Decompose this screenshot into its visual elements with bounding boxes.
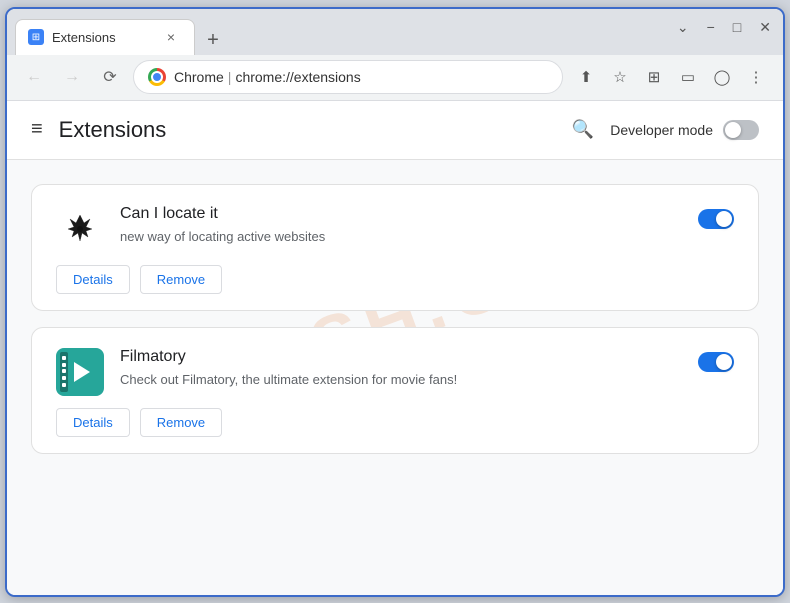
chrome-logo-icon: [148, 68, 166, 86]
close-button[interactable]: ✕: [759, 19, 771, 36]
minimize-button[interactable]: −: [707, 19, 715, 35]
back-button[interactable]: ←: [19, 62, 49, 92]
extensions-button[interactable]: ⊞: [639, 62, 669, 92]
window-controls: ⌄ − □ ✕: [677, 19, 771, 36]
menu-button[interactable]: ⋮: [741, 62, 771, 92]
tab-bar: Extensions × +: [15, 19, 775, 55]
extensions-header: ≡ Extensions 🔍 Developer mode: [7, 101, 783, 160]
chrome-name: Chrome: [174, 69, 224, 85]
filmatory-icon: [56, 348, 104, 396]
address-text: Chrome | chrome://extensions: [174, 69, 361, 85]
dev-mode-toggle[interactable]: [723, 120, 759, 140]
tab-favicon: [28, 29, 44, 45]
address-url: chrome://extensions: [235, 69, 360, 85]
new-tab-button[interactable]: +: [199, 27, 227, 55]
filmatory-desc: Check out Filmatory, the ultimate extens…: [120, 370, 682, 390]
sidebar-button[interactable]: ▭: [673, 62, 703, 92]
profile-button[interactable]: ◯: [707, 62, 737, 92]
dev-mode-label: Developer mode: [610, 122, 713, 138]
search-icon[interactable]: 🔍: [572, 119, 594, 140]
can-locate-it-toggle-area: [698, 205, 734, 229]
film-hole-4: [62, 376, 66, 380]
nav-actions: ⬆ ☆ ⊞ ▭ ◯ ⋮: [571, 62, 771, 92]
filmatory-remove-button[interactable]: Remove: [140, 408, 222, 437]
reload-button[interactable]: ⟳: [95, 62, 125, 92]
film-strip: [60, 352, 68, 392]
ext-card-top-filmatory: Filmatory Check out Filmatory, the ultim…: [56, 348, 734, 396]
address-bar[interactable]: Chrome | chrome://extensions: [133, 60, 563, 94]
can-locate-it-details-button[interactable]: Details: [56, 265, 130, 294]
extension-card-filmatory: Filmatory Check out Filmatory, the ultim…: [31, 327, 759, 454]
bookmark-button[interactable]: ☆: [605, 62, 635, 92]
dropdown-icon[interactable]: ⌄: [677, 19, 689, 36]
filmatory-toggle[interactable]: [698, 352, 734, 372]
can-locate-it-remove-button[interactable]: Remove: [140, 265, 222, 294]
film-hole-2: [62, 363, 66, 367]
filmatory-name: Filmatory: [120, 348, 682, 366]
active-tab[interactable]: Extensions ×: [15, 19, 195, 55]
page-title: Extensions: [59, 117, 572, 143]
maximize-button[interactable]: □: [733, 19, 741, 35]
nav-bar: ← → ⟳ Chrome | chrome://extensions ⬆ ☆ ⊞…: [7, 55, 783, 101]
dev-mode-area: 🔍 Developer mode: [572, 119, 759, 140]
film-hole-5: [62, 383, 66, 387]
filmatory-details-button[interactable]: Details: [56, 408, 130, 437]
extension-card-can-locate-it: Can I locate it new way of locating acti…: [31, 184, 759, 311]
address-separator: |: [228, 69, 232, 85]
film-hole-3: [62, 369, 66, 373]
can-locate-it-icon: [56, 205, 104, 253]
film-hole-1: [62, 356, 66, 360]
can-locate-it-desc: new way of locating active websites: [120, 227, 682, 247]
extensions-list: 🔍 FLASH.COM Can I locate it new wa: [7, 160, 783, 478]
ext-card-top: Can I locate it new way of locating acti…: [56, 205, 734, 253]
can-locate-it-info: Can I locate it new way of locating acti…: [120, 205, 682, 247]
title-bar: ⌄ − □ ✕ Extensions × +: [7, 9, 783, 55]
page-content: ≡ Extensions 🔍 Developer mode 🔍 FLASH.CO…: [7, 101, 783, 595]
can-locate-it-toggle[interactable]: [698, 209, 734, 229]
forward-button[interactable]: →: [57, 62, 87, 92]
browser-window: ⌄ − □ ✕ Extensions × + ← → ⟳ Chrome | ch…: [5, 7, 785, 597]
can-locate-it-name: Can I locate it: [120, 205, 682, 223]
can-locate-it-actions: Details Remove: [56, 265, 734, 294]
tab-title: Extensions: [52, 30, 116, 45]
sidebar-menu-icon[interactable]: ≡: [31, 118, 43, 141]
filmatory-info: Filmatory Check out Filmatory, the ultim…: [120, 348, 682, 390]
filmatory-actions: Details Remove: [56, 408, 734, 437]
tab-close-button[interactable]: ×: [162, 28, 180, 46]
filmatory-toggle-area: [698, 348, 734, 372]
can-locate-it-svg: [58, 207, 102, 251]
share-button[interactable]: ⬆: [571, 62, 601, 92]
